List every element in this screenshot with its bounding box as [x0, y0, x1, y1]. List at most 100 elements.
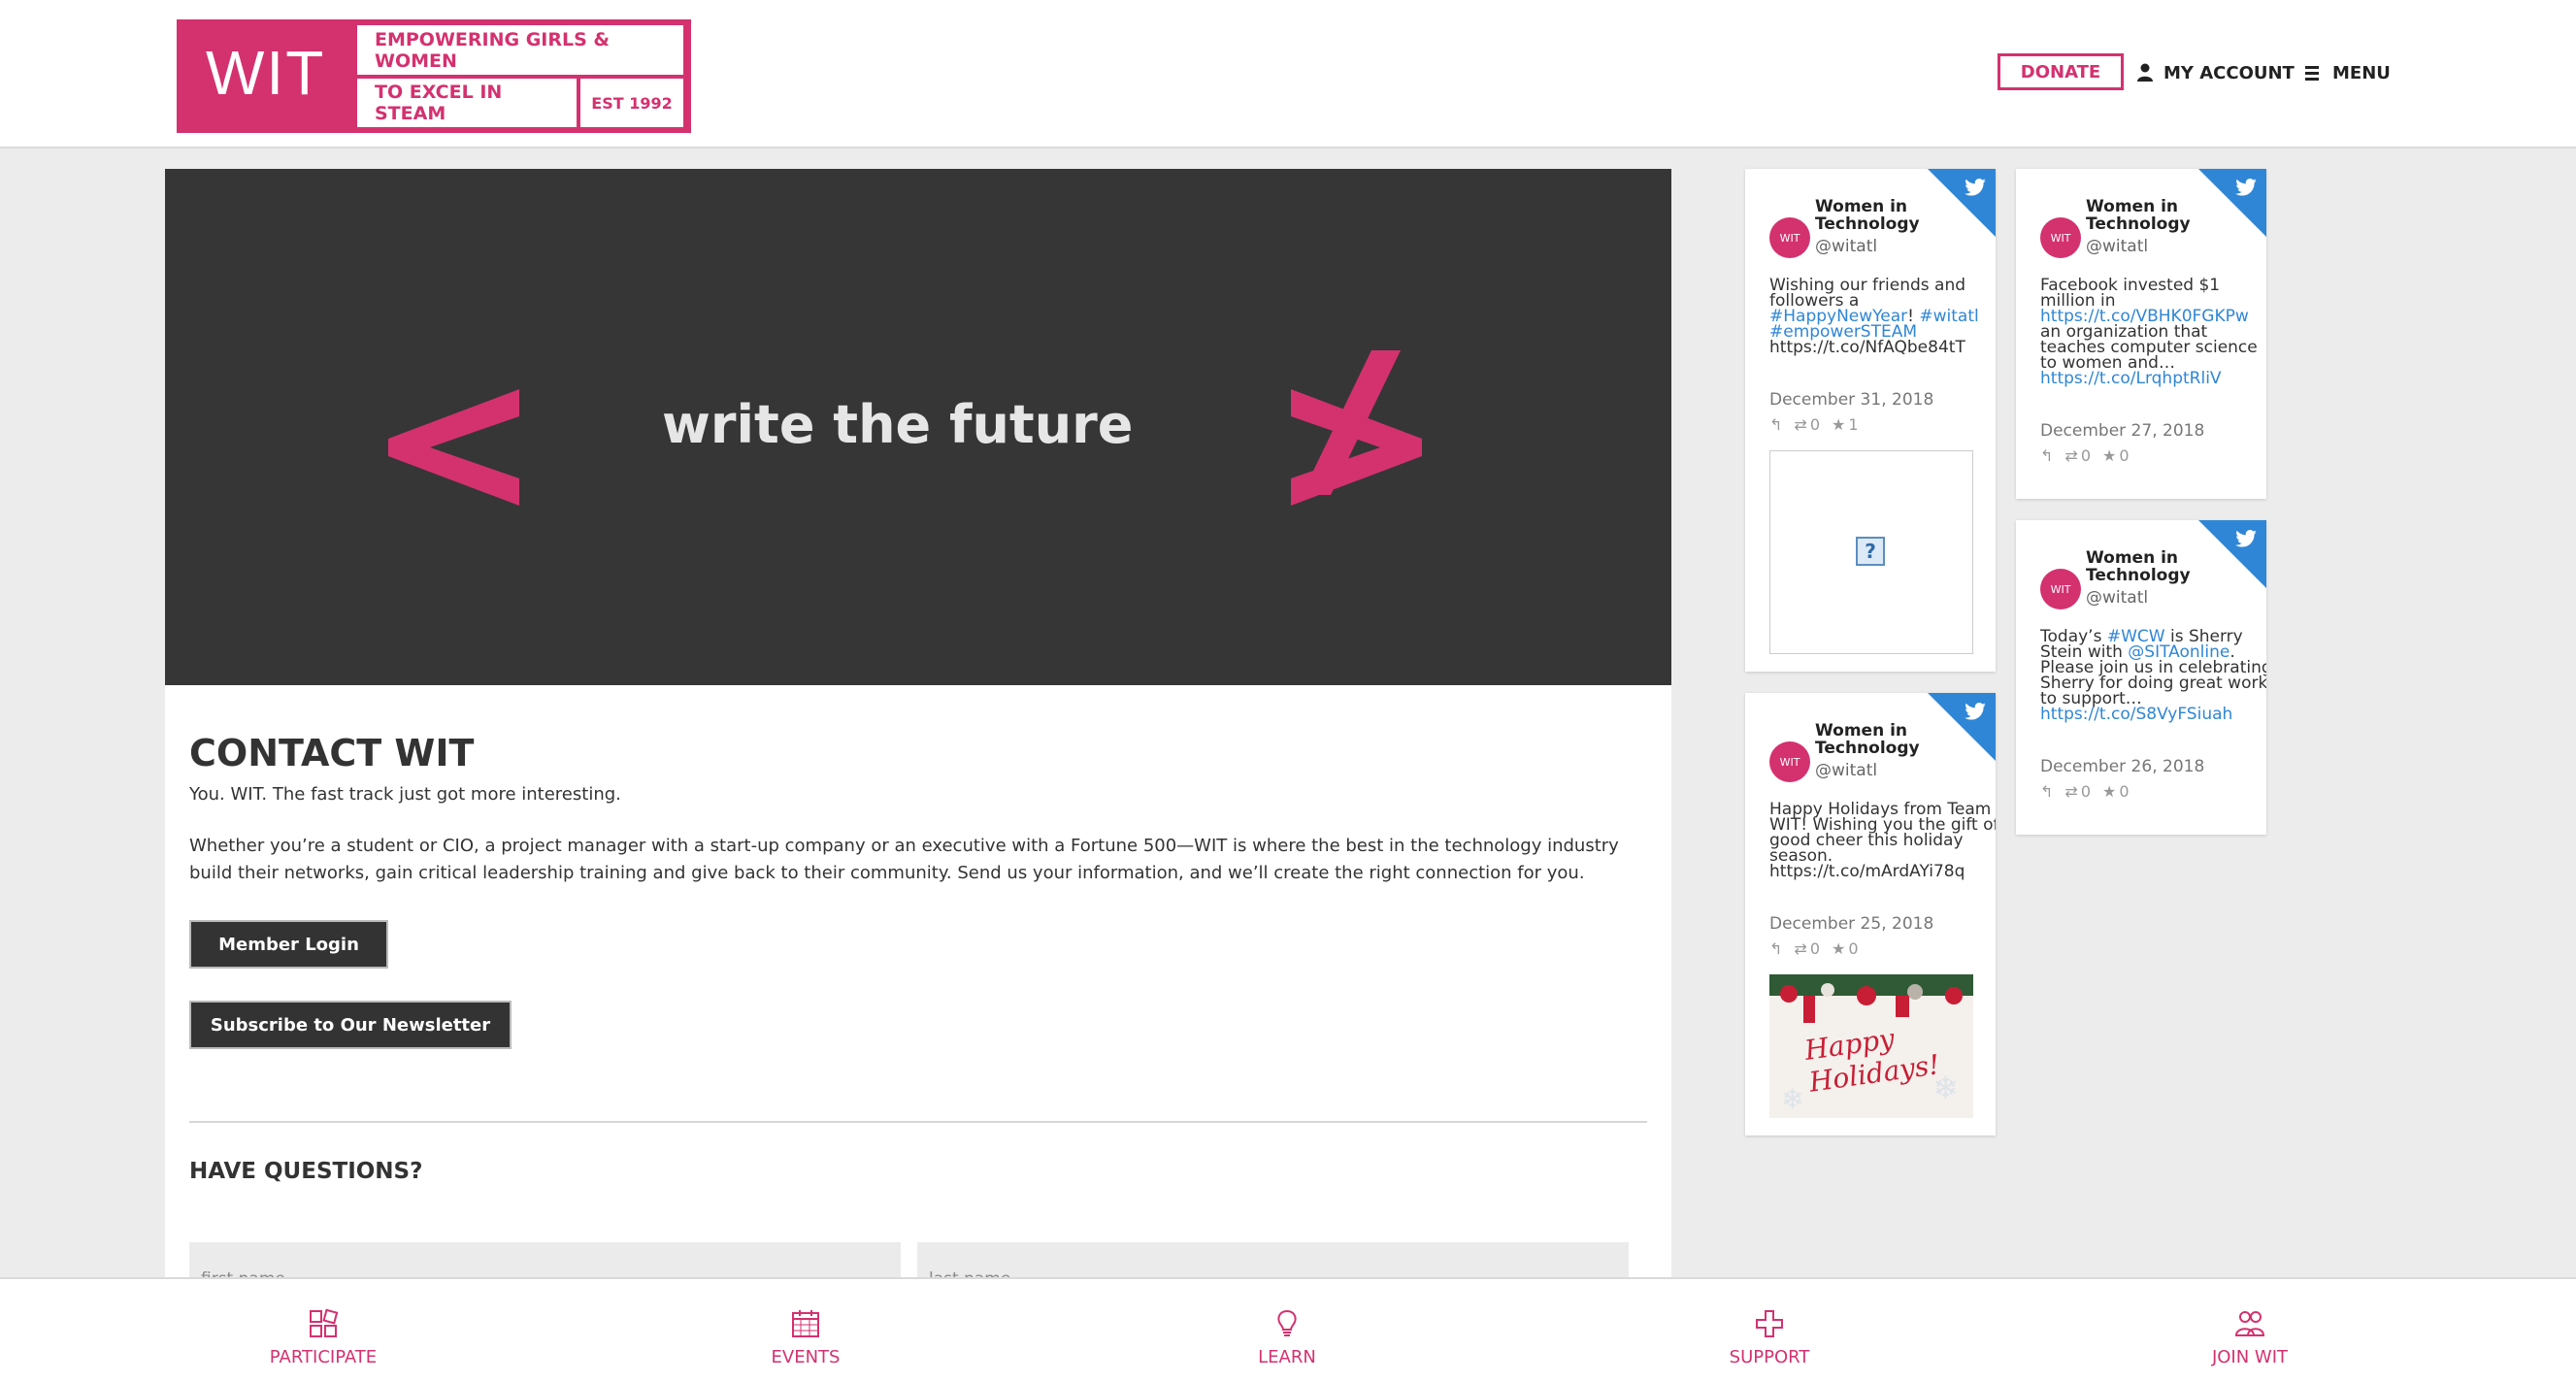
star-icon: ★ [2102, 446, 2117, 465]
like-button[interactable]: ★ 1 [1832, 415, 1859, 434]
contact-description: Whether you’re a student or CIO, a proje… [189, 836, 1619, 883]
nav-events[interactable]: EVENTS [709, 1279, 903, 1382]
tweet-link[interactable]: https://t.co/LrqhptRliV [2040, 369, 2222, 388]
tweet-link[interactable]: #witatl [1919, 307, 1978, 326]
retweet-count: 0 [2080, 782, 2091, 801]
menu-button[interactable]: MENU [2305, 58, 2391, 87]
tweet-actions: ↰ ⇄ 0 ★ 1 [1769, 415, 1859, 434]
reply-icon[interactable]: ↰ [1769, 415, 1782, 434]
nav-learn[interactable]: LEARN [1190, 1279, 1384, 1382]
twitter-bird-icon [2235, 179, 2257, 196]
tweet-text-segment: Facebook invested $1 million in [2040, 276, 2221, 311]
tweet-card[interactable]: WIT Women in Technology @witatl Wishing … [1745, 169, 1996, 672]
tweet-text-segment: Happy Holidays from Team WIT! Wishing yo… [1769, 800, 1996, 881]
avatar[interactable]: WIT [1769, 741, 1810, 782]
hero-headline: write the future [662, 394, 1134, 455]
retweet-icon: ⇄ [2064, 782, 2078, 801]
site-header: WIT EMPOWERING GIRLS & WOMEN TO EXCEL IN… [0, 0, 2576, 148]
twitter-bird-icon [1965, 179, 1986, 196]
star-icon: ★ [1832, 415, 1846, 434]
avatar[interactable]: WIT [1769, 217, 1810, 258]
member-login-button[interactable]: Member Login [189, 920, 388, 969]
retweet-button[interactable]: ⇄ 0 [1794, 939, 1820, 958]
nav-participate[interactable]: PARTICIPATE [226, 1279, 420, 1382]
section-divider [189, 1121, 1647, 1123]
main-content: write the future CONTACT WIT You. WIT. T… [165, 169, 1671, 1382]
like-button[interactable]: ★ 0 [2102, 782, 2130, 801]
retweet-button[interactable]: ⇄ 0 [2064, 446, 2091, 465]
logo-est: EST 1992 [580, 79, 683, 127]
contact-title: CONTACT WIT [189, 732, 475, 774]
questions-title: HAVE QUESTIONS? [189, 1159, 423, 1184]
svg-text:❄: ❄ [1781, 1083, 1803, 1115]
bottom-nav: PARTICIPATE EVENTS LEARN SUPPORT JOIN WI… [0, 1277, 2576, 1382]
retweet-count: 0 [1809, 415, 1820, 434]
reply-icon[interactable]: ↰ [1769, 939, 1782, 958]
donate-button[interactable]: DONATE [1998, 53, 2124, 90]
logo-wit-text: WIT [206, 38, 326, 108]
user-icon [2137, 63, 2153, 82]
like-button[interactable]: ★ 0 [2102, 446, 2130, 465]
tweet-text: Happy Holidays from Team WIT! Wishing yo… [1769, 800, 1996, 881]
tweet-author-handle[interactable]: @witatl [1815, 237, 1877, 256]
reply-icon[interactable]: ↰ [2040, 446, 2053, 465]
tweet-date[interactable]: December 31, 2018 [1769, 390, 1933, 410]
tweet-text: Today’s #WCW is Sherry Stein with @SITAo… [2040, 629, 2266, 724]
my-account-link[interactable]: MY ACCOUNT [2136, 58, 2295, 87]
avatar[interactable]: WIT [2040, 217, 2081, 258]
tweet-media[interactable]: ? [1769, 450, 1973, 654]
tweet-text: Facebook invested $1 million in https://… [2040, 276, 2266, 388]
like-button[interactable]: ★ 0 [1832, 939, 1859, 958]
my-account-label: MY ACCOUNT [2163, 62, 2295, 83]
tweet-media[interactable]: ❄ ❄ Happy Holidays! [1769, 974, 1973, 1118]
tweet-date[interactable]: December 26, 2018 [2040, 757, 2204, 776]
tweet-author-name[interactable]: Women in Technology [1815, 198, 1961, 233]
hamburger-icon [2305, 65, 2319, 81]
retweet-icon: ⇄ [2064, 446, 2078, 465]
tweet-date[interactable]: December 27, 2018 [2040, 421, 2204, 441]
hero-banner: write the future [165, 169, 1671, 685]
tweet-author-handle[interactable]: @witatl [2086, 588, 2148, 608]
retweet-button[interactable]: ⇄ 0 [1794, 415, 1820, 434]
nav-label: EVENTS [771, 1347, 841, 1367]
like-count: 0 [1848, 939, 1859, 958]
star-icon: ★ [1832, 939, 1846, 958]
like-count: 0 [2119, 782, 2130, 801]
retweet-icon: ⇄ [1794, 939, 1807, 958]
nav-label: SUPPORT [1729, 1347, 1810, 1367]
tweet-card[interactable]: WIT Women in Technology @witatl Happy Ho… [1745, 693, 1996, 1135]
avatar[interactable]: WIT [2040, 569, 2081, 609]
nav-label: LEARN [1258, 1347, 1316, 1367]
retweet-count: 0 [1809, 939, 1820, 958]
tweet-author-handle[interactable]: @witatl [1815, 761, 1877, 780]
tweet-author-name[interactable]: Women in Technology [1815, 722, 1961, 757]
tweet-actions: ↰ ⇄ 0 ★ 0 [2040, 782, 2130, 801]
tweet-author-name[interactable]: Women in Technology [2086, 549, 2231, 584]
lightbulb-icon [1277, 1309, 1297, 1336]
menu-label: MENU [2332, 62, 2391, 83]
nav-join-wit[interactable]: JOIN WIT [2153, 1279, 2347, 1382]
nav-support[interactable]: SUPPORT [1672, 1279, 1866, 1382]
retweet-button[interactable]: ⇄ 0 [2064, 782, 2091, 801]
tweet-author-name[interactable]: Women in Technology [2086, 198, 2231, 233]
subscribe-newsletter-button[interactable]: Subscribe to Our Newsletter [189, 1001, 512, 1049]
tweet-card[interactable]: WIT Women in Technology @witatl Today’s … [2016, 520, 2266, 835]
people-icon [2234, 1311, 2265, 1336]
tweet-date[interactable]: December 25, 2018 [1769, 914, 1933, 934]
wit-logo[interactable]: WIT EMPOWERING GIRLS & WOMEN TO EXCEL IN… [177, 19, 691, 133]
tweet-text-segment: https://t.co/NfAQbe84tT [1769, 338, 1965, 357]
tweet-card[interactable]: WIT Women in Technology @witatl Facebook… [2016, 169, 2266, 499]
broken-image-icon: ? [1856, 537, 1885, 566]
tweet-actions: ↰ ⇄ 0 ★ 0 [1769, 939, 1859, 958]
logo-tagline-line1: EMPOWERING GIRLS & WOMEN [357, 25, 683, 75]
cross-icon [1756, 1310, 1783, 1337]
reply-icon[interactable]: ↰ [2040, 782, 2053, 801]
star-icon: ★ [2102, 782, 2117, 801]
tweet-link[interactable]: https://t.co/S8VyFSiuah [2040, 705, 2232, 724]
retweet-icon: ⇄ [1794, 415, 1807, 434]
tweet-author-handle[interactable]: @witatl [2086, 237, 2148, 256]
like-count: 0 [2119, 446, 2130, 465]
tweet-text: Wishing our friends and followers a #Hap… [1769, 278, 1996, 357]
tweet-actions: ↰ ⇄ 0 ★ 0 [2040, 446, 2130, 465]
participate-icon [310, 1308, 339, 1337]
